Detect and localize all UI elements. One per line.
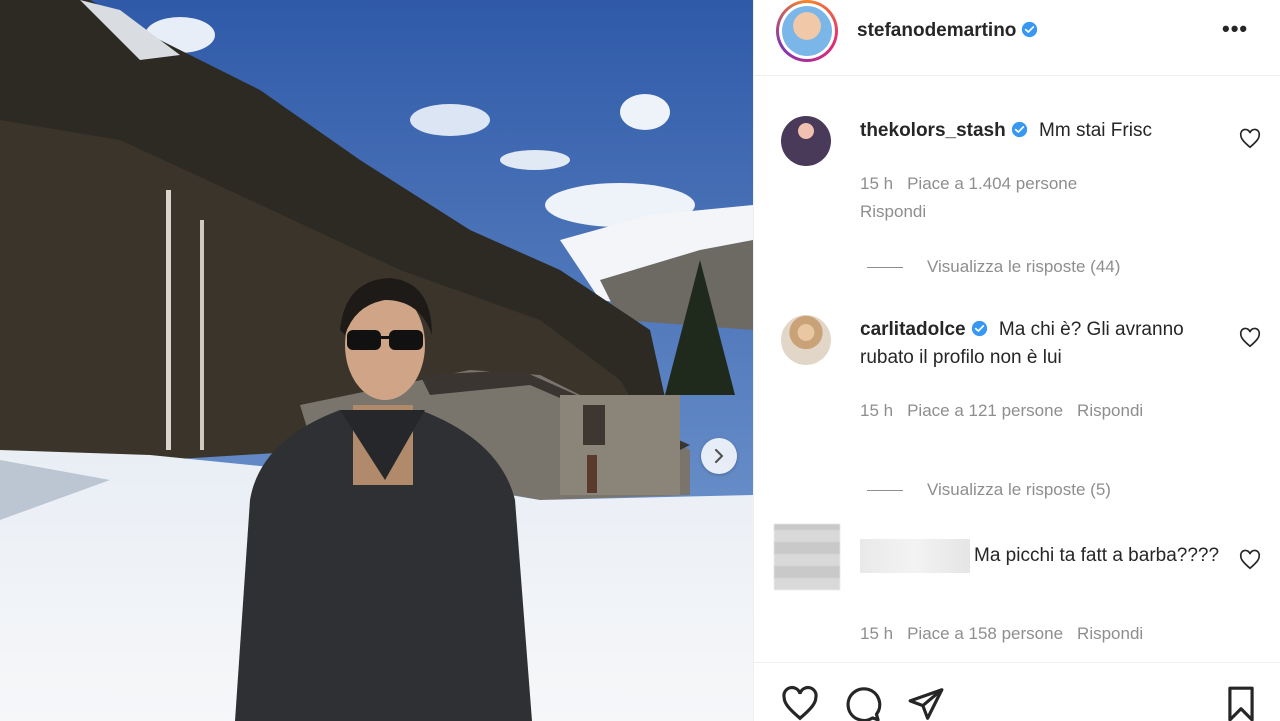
comment-likes[interactable]: Piace a 1.404 persone xyxy=(907,174,1077,193)
post-photo-scene xyxy=(0,0,753,721)
commenter-avatar[interactable] xyxy=(781,116,831,166)
like-comment-heart-icon[interactable] xyxy=(1239,327,1261,349)
comment-text-row: thekolors_stash Mm stai Frisc xyxy=(860,117,1230,145)
like-comment-heart-icon[interactable] xyxy=(1239,549,1261,571)
comment-text: Mm stai Frisc xyxy=(1039,120,1152,141)
comment-time: 15 h xyxy=(860,624,894,643)
share-send-icon[interactable] xyxy=(907,685,945,721)
verified-badge-icon xyxy=(1022,21,1038,38)
reply-button[interactable]: Rispondi xyxy=(1077,624,1143,643)
reply-button[interactable]: Rispondi xyxy=(1077,401,1143,420)
comment-time: 15 h xyxy=(860,401,894,420)
comment-meta: 15 h Piace a 1.404 persone xyxy=(860,174,1091,194)
view-replies-label[interactable]: Visualizza le risposte (44) xyxy=(927,257,1120,276)
view-replies-label[interactable]: Visualizza le risposte (5) xyxy=(927,480,1111,499)
author-username-row[interactable]: stefanodemartino xyxy=(857,20,1038,42)
post-photo[interactable] xyxy=(0,0,753,721)
view-replies-button[interactable]: Visualizza le risposte (44) xyxy=(867,257,1120,277)
view-replies-line xyxy=(867,267,903,269)
comment-likes[interactable]: Piace a 158 persone xyxy=(907,624,1063,643)
comment-meta: 15 h Piace a 158 persone Rispondi xyxy=(860,624,1157,644)
like-comment-heart-icon[interactable] xyxy=(1239,128,1261,150)
comment-reply-row: Rispondi xyxy=(860,202,940,222)
author-avatar[interactable] xyxy=(776,0,838,62)
comment-text: Ma picchi ta fatt a barba???? xyxy=(974,545,1220,567)
verified-badge-icon xyxy=(971,320,987,337)
next-photo-button[interactable] xyxy=(701,438,737,474)
commenter-username-blurred[interactable] xyxy=(860,539,970,573)
commenter-username[interactable]: thekolors_stash xyxy=(860,120,1006,141)
save-bookmark-icon[interactable] xyxy=(1222,685,1260,721)
commenter-username[interactable]: carlitadolce xyxy=(860,319,966,340)
view-replies-line xyxy=(867,490,903,492)
post-actions-bar xyxy=(754,662,1280,721)
comment-meta: 15 h Piace a 121 persone Rispondi xyxy=(860,401,1157,421)
chevron-right-icon xyxy=(714,448,724,464)
commenter-avatar-blurred[interactable] xyxy=(774,524,840,590)
comment-bubble-icon[interactable] xyxy=(844,685,882,721)
comment-likes[interactable]: Piace a 121 persone xyxy=(907,401,1063,420)
comment-text-row: Ma picchi ta fatt a barba???? xyxy=(860,539,1230,573)
comment-time: 15 h xyxy=(860,174,894,193)
author-username[interactable]: stefanodemartino xyxy=(857,20,1016,41)
comment-text-row: carlitadolce Ma chi è? Gli avranno rubat… xyxy=(860,316,1230,372)
post-header: stefanodemartino ••• xyxy=(754,0,1280,76)
view-replies-button[interactable]: Visualizza le risposte (5) xyxy=(867,480,1111,500)
post-panel: stefanodemartino ••• thekolors_stash Mm … xyxy=(753,0,1280,721)
more-options-button[interactable]: ••• xyxy=(1222,16,1248,42)
commenter-avatar[interactable] xyxy=(781,315,831,365)
verified-badge-icon xyxy=(1011,121,1027,138)
reply-button[interactable]: Rispondi xyxy=(860,202,926,221)
like-heart-icon[interactable] xyxy=(781,685,819,721)
